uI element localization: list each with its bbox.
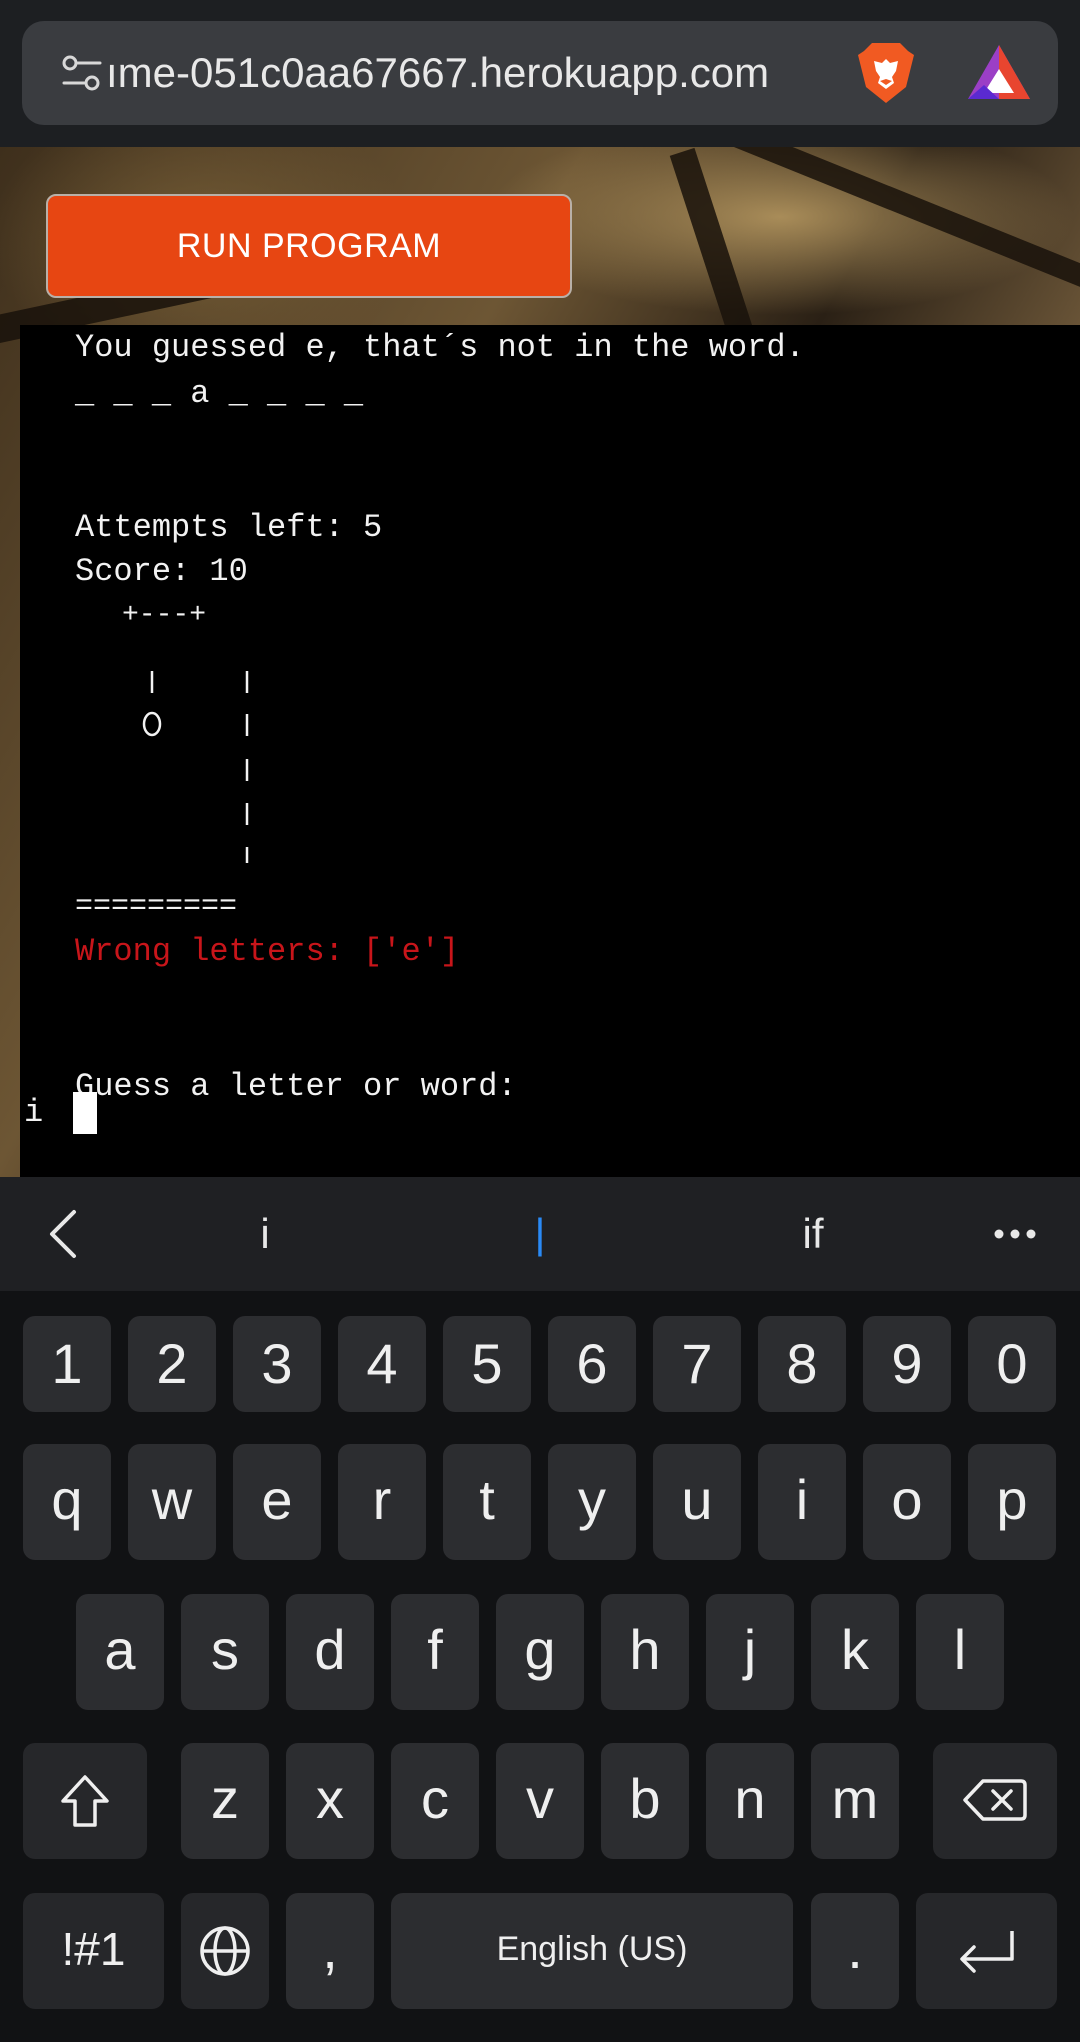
key-g[interactable]: g [496,1594,584,1710]
key-8[interactable]: 8 [758,1316,846,1412]
key-d[interactable]: d [286,1594,374,1710]
browser-toolbar: ıme-051c0aa67667.herokuapp.com [0,0,1080,147]
shift-arrow-icon [61,1775,109,1827]
globe-icon [200,1926,250,1976]
key-x[interactable]: x [286,1743,374,1859]
symbols-key[interactable]: !#1 [23,1893,164,2009]
typed-input: i [24,1094,44,1131]
key-s[interactable]: s [181,1594,269,1710]
key-w[interactable]: w [128,1444,216,1560]
brave-lion-icon[interactable] [850,37,922,109]
key-5[interactable]: 5 [443,1316,531,1412]
key-j[interactable]: j [706,1594,794,1710]
key-p[interactable]: p [968,1444,1056,1560]
key-4[interactable]: 4 [338,1316,426,1412]
key-y[interactable]: y [548,1444,636,1560]
background-beam [669,147,757,347]
key-1[interactable]: 1 [23,1316,111,1412]
key-z[interactable]: z [181,1743,269,1859]
key-7[interactable]: 7 [653,1316,741,1412]
gallows-top: +---+ [122,600,207,631]
key-6[interactable]: 6 [548,1316,636,1412]
key-i[interactable]: i [758,1444,846,1560]
on-screen-keyboard: i | if 1 2 3 4 5 6 7 8 9 0 q w e r t y u… [0,1177,1080,2042]
comma-key[interactable]: , [286,1893,374,2009]
key-u[interactable]: u [653,1444,741,1560]
key-o[interactable]: o [863,1444,951,1560]
suggestion-3[interactable]: if [748,1177,878,1291]
key-t[interactable]: t [443,1444,531,1560]
key-b[interactable]: b [601,1743,689,1859]
text-cursor [73,1092,97,1134]
hangman-head [142,711,162,737]
suggestion-1[interactable]: i [200,1177,330,1291]
key-a[interactable]: a [76,1594,164,1710]
backspace-key[interactable] [933,1743,1057,1859]
backspace-icon [963,1779,1027,1821]
key-c[interactable]: c [391,1743,479,1859]
score: Score: 10 [75,553,248,590]
guess-message: You guessed e, that´s not in the word. [75,329,805,366]
run-program-button[interactable]: RUN PROGRAM [46,194,572,298]
terminal[interactable]: You guessed e, that´s not in the word. _… [20,325,1080,1177]
attempts-left: Attempts left: 5 [75,509,383,546]
key-k[interactable]: k [811,1594,899,1710]
url-text[interactable]: ıme-051c0aa67667.herokuapp.com [106,51,846,95]
wrong-letters: Wrong letters: ['e'] [75,933,460,970]
brave-rewards-icon[interactable] [964,41,1034,105]
shift-key[interactable] [23,1743,147,1859]
space-bar[interactable]: English (US) [391,1893,793,2009]
key-n[interactable]: n [706,1743,794,1859]
period-key[interactable]: . [811,1893,899,2009]
key-q[interactable]: q [23,1444,111,1560]
key-m[interactable]: m [811,1743,899,1859]
key-e[interactable]: e [233,1444,321,1560]
enter-arrow-icon [960,1931,1014,1973]
key-f[interactable]: f [391,1594,479,1710]
key-0[interactable]: 0 [968,1316,1056,1412]
suggestion-bar: i | if [0,1177,1080,1291]
key-l[interactable]: l [916,1594,1004,1710]
address-bar[interactable]: ıme-051c0aa67667.herokuapp.com [22,21,1058,125]
key-2[interactable]: 2 [128,1316,216,1412]
key-v[interactable]: v [496,1743,584,1859]
guess-prompt: Guess a letter or word: [75,1068,517,1105]
back-chevron-icon[interactable] [44,1208,84,1260]
word-progress: _ _ _ a _ _ _ _ [75,375,364,412]
enter-key[interactable] [916,1893,1057,2009]
key-9[interactable]: 9 [863,1316,951,1412]
gallows-base: ========= [75,890,238,924]
site-settings-icon[interactable] [60,51,104,95]
key-r[interactable]: r [338,1444,426,1560]
suggestion-2[interactable]: | [475,1177,605,1291]
background-beam [576,147,1080,294]
language-key[interactable] [181,1893,269,2009]
key-3[interactable]: 3 [233,1316,321,1412]
hangman-drawing [142,671,249,863]
key-h[interactable]: h [601,1594,689,1710]
more-options-icon[interactable] [992,1227,1038,1241]
